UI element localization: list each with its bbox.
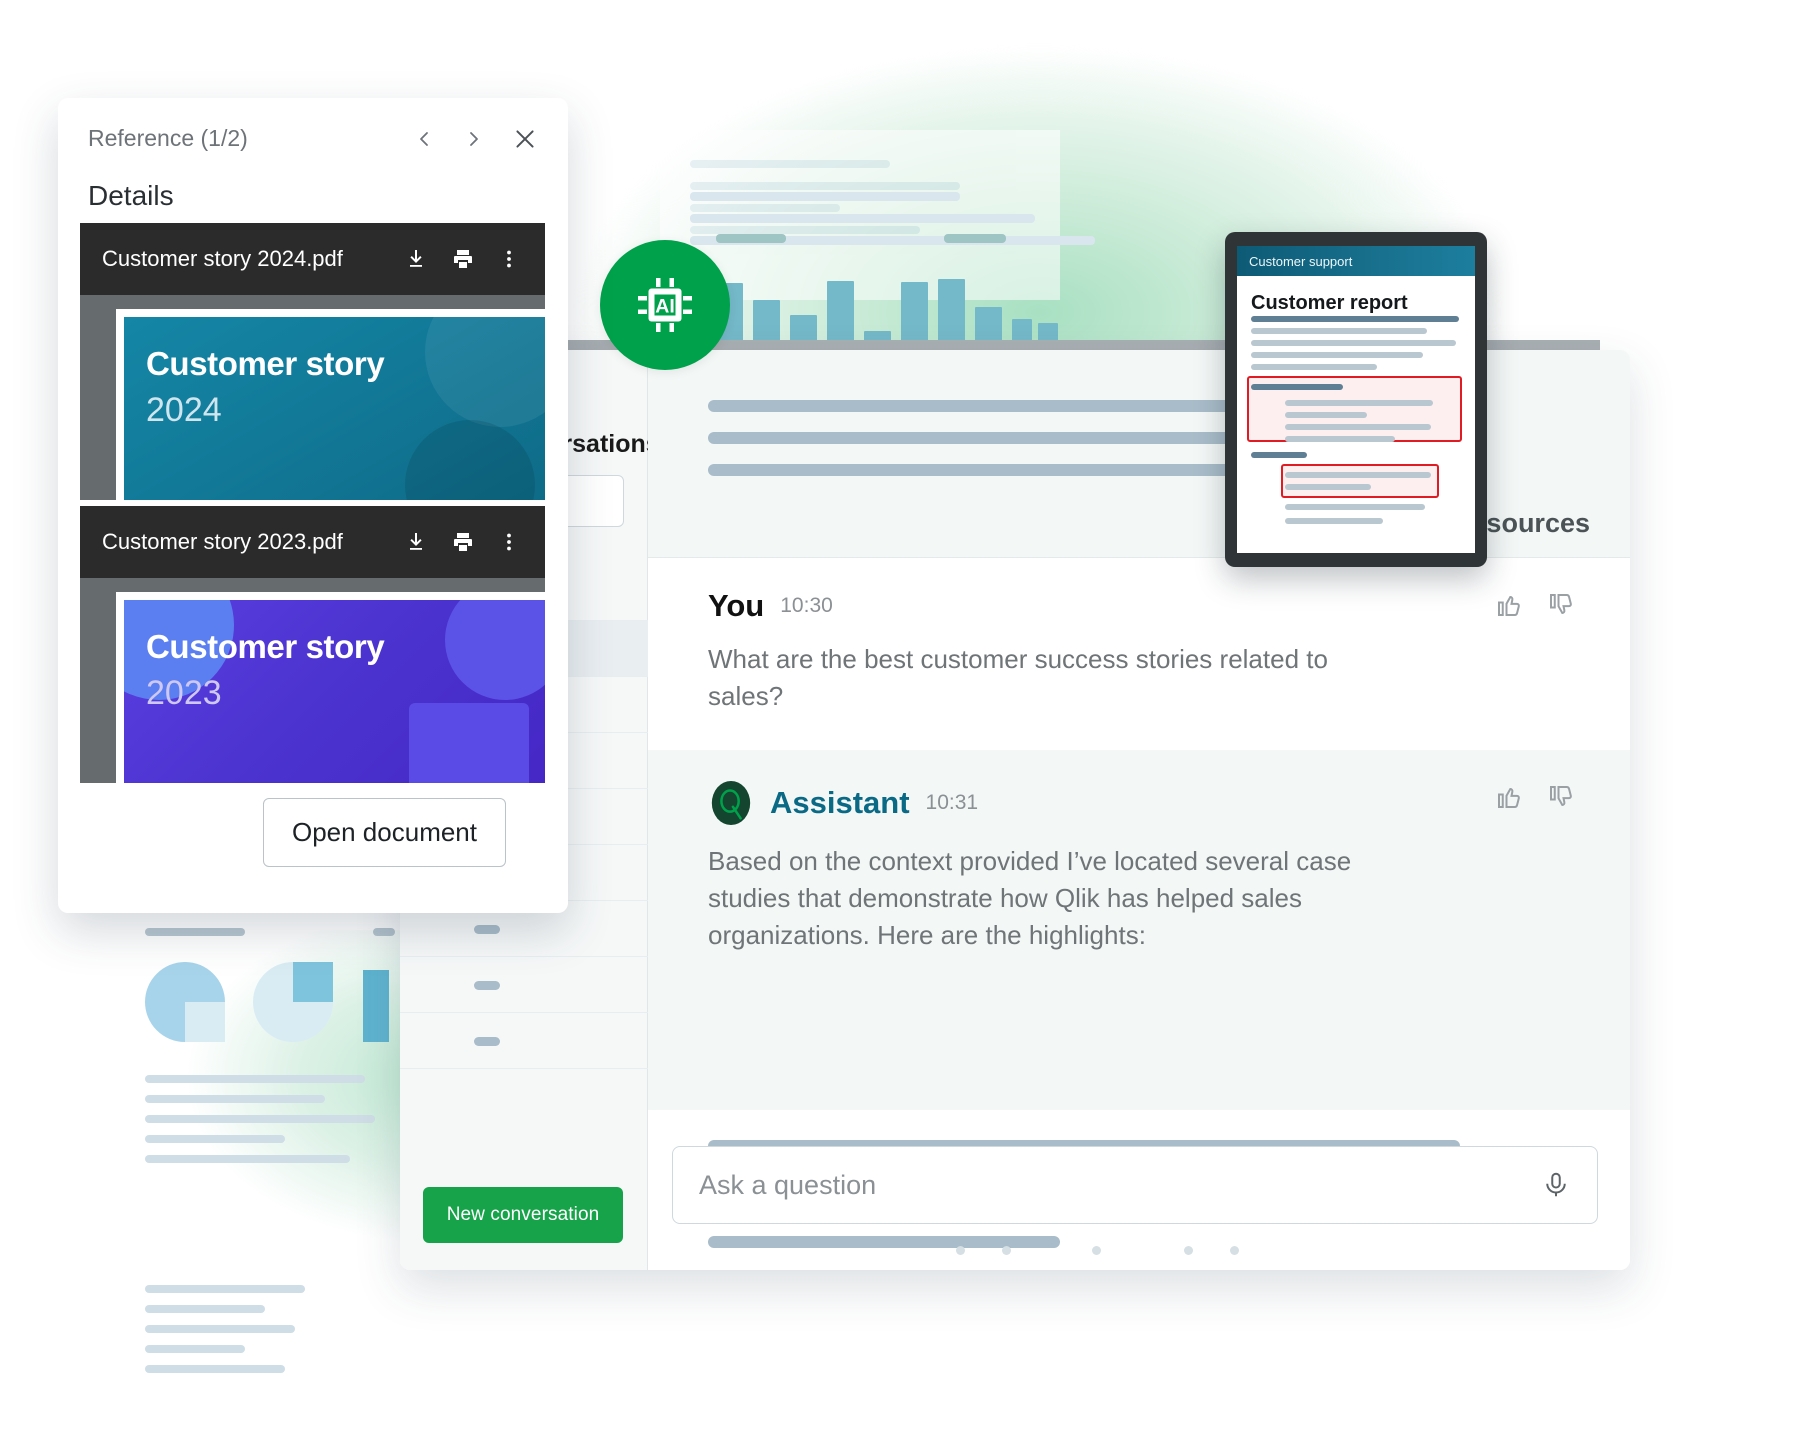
close-icon[interactable] [512, 126, 538, 152]
report-line [1251, 328, 1427, 334]
message-timestamp: 10:31 [925, 791, 979, 814]
message-header: You 10:30 [708, 558, 1570, 624]
download-icon[interactable] [405, 247, 429, 271]
microphone-icon[interactable] [1541, 1170, 1571, 1200]
pdf-toolbar: Customer story 2024.pdf [80, 223, 545, 295]
pdf-actions [405, 530, 545, 554]
report-line [1285, 472, 1431, 478]
message-header: Assistant 10:31 [708, 750, 1570, 826]
composer[interactable]: Ask a question [672, 1146, 1598, 1224]
report-line [1285, 436, 1395, 442]
chart-bar [827, 281, 854, 345]
chat-message-assistant: Assistant 10:31 Based on the context pro… [648, 750, 1630, 1110]
more-vertical-icon[interactable] [497, 530, 521, 554]
report-title: Customer report [1251, 292, 1408, 314]
message-timestamp: 10:30 [780, 594, 833, 617]
report-line [1251, 340, 1456, 346]
pdf-cover-title: Customer story [146, 628, 385, 665]
reference-section-label: Details [88, 180, 174, 211]
report-line [1285, 424, 1431, 430]
carousel-dots [648, 1246, 1630, 1256]
pdf-card: Customer story 2023.pdf Customer story 2… [80, 506, 545, 783]
list-item-indicator [474, 925, 500, 934]
open-document-container: Open document [58, 798, 568, 867]
report-line [1251, 352, 1423, 358]
thumbs-up-icon[interactable] [1494, 782, 1524, 812]
reference-title: Reference (1/2) [88, 125, 248, 151]
report-line [1285, 412, 1367, 418]
message-text: Based on the context provided I’ve locat… [708, 846, 1352, 950]
svg-text:AI: AI [655, 296, 675, 318]
pdf-card: Customer story 2024.pdf Customer story 2… [80, 223, 545, 500]
print-icon[interactable] [451, 247, 475, 271]
message-author: Assistant [770, 785, 910, 820]
report-line [1285, 504, 1425, 510]
report-line [1251, 452, 1307, 458]
chevron-left-icon[interactable] [412, 127, 436, 151]
thumbs-down-icon[interactable] [1546, 782, 1576, 812]
pdf-cover-year: 2023 [146, 674, 222, 712]
message-text: What are the best customer success stori… [708, 644, 1328, 711]
pdf-cover-title: Customer story [146, 345, 385, 382]
screenshot-root: Conversations New conversation View 2 so… [0, 0, 1800, 1440]
print-icon[interactable] [451, 530, 475, 554]
conversation-list-item[interactable] [400, 1013, 648, 1069]
message-feedback-controls [1494, 782, 1576, 812]
qlik-logo-icon [711, 780, 751, 826]
thumbs-down-icon[interactable] [1546, 590, 1576, 620]
report-line [1285, 400, 1433, 406]
bar-block [363, 970, 389, 1042]
pie-slice [293, 962, 333, 1002]
reference-header: Reference (1/2) [58, 98, 568, 152]
more-vertical-icon[interactable] [497, 247, 521, 271]
thumbs-up-icon[interactable] [1494, 590, 1524, 620]
report-line [1285, 518, 1383, 524]
list-item-indicator [474, 1037, 500, 1046]
new-conversation-container: New conversation [400, 1160, 647, 1270]
background-ghost-line [690, 192, 960, 201]
list-item-indicator [474, 981, 500, 990]
conversation-list-item[interactable] [400, 957, 648, 1013]
chart-bar [938, 279, 965, 345]
pdf-cover-2024: Customer story 2024 [124, 317, 545, 500]
pdf-filename: Customer story 2024.pdf [102, 246, 343, 271]
pdf-filename: Customer story 2023.pdf [102, 529, 343, 554]
customer-report-card: Customer support Customer report [1225, 232, 1487, 567]
pdf-cover-year: 2024 [146, 391, 222, 429]
report-line [1251, 364, 1377, 370]
reference-panel: Reference (1/2) Details Customer story 2… [58, 98, 568, 913]
chart-bar [901, 282, 928, 345]
report-highlight-block [1281, 464, 1439, 498]
new-conversation-button[interactable]: New conversation [422, 1187, 624, 1243]
report-line [1285, 484, 1371, 490]
report-line [1251, 384, 1343, 390]
pdf-actions [405, 247, 545, 271]
ai-chip-icon: AI [638, 278, 692, 332]
pdf-page: Customer story 2024 [116, 309, 545, 500]
download-icon[interactable] [405, 530, 429, 554]
ask-question-input[interactable]: Ask a question [699, 1170, 1541, 1201]
background-bar-chart [716, 234, 1058, 345]
pie-slice [185, 1002, 225, 1042]
pdf-preview[interactable]: Customer story 2023 [80, 578, 545, 783]
device-screen: Customer support Customer report [1237, 246, 1475, 553]
pdf-cover-2023: Customer story 2023 [124, 600, 545, 783]
chat-message-user: You 10:30 What are the best customer suc… [648, 558, 1630, 750]
chart-bar [753, 300, 780, 345]
message-feedback-controls [1494, 590, 1576, 620]
pdf-page: Customer story 2023 [116, 592, 545, 783]
report-header-label: Customer support [1249, 253, 1353, 269]
background-ghost-line [690, 214, 1035, 223]
reference-nav [412, 126, 538, 152]
pdf-preview[interactable]: Customer story 2024 [80, 295, 545, 500]
pdf-toolbar: Customer story 2023.pdf [80, 506, 545, 578]
message-author: You [708, 588, 765, 623]
open-document-button[interactable]: Open document [262, 798, 506, 867]
report-header-bar: Customer support [1237, 246, 1475, 276]
chevron-right-icon[interactable] [462, 127, 486, 151]
report-line [1251, 316, 1459, 322]
ai-badge: AI [600, 240, 730, 370]
